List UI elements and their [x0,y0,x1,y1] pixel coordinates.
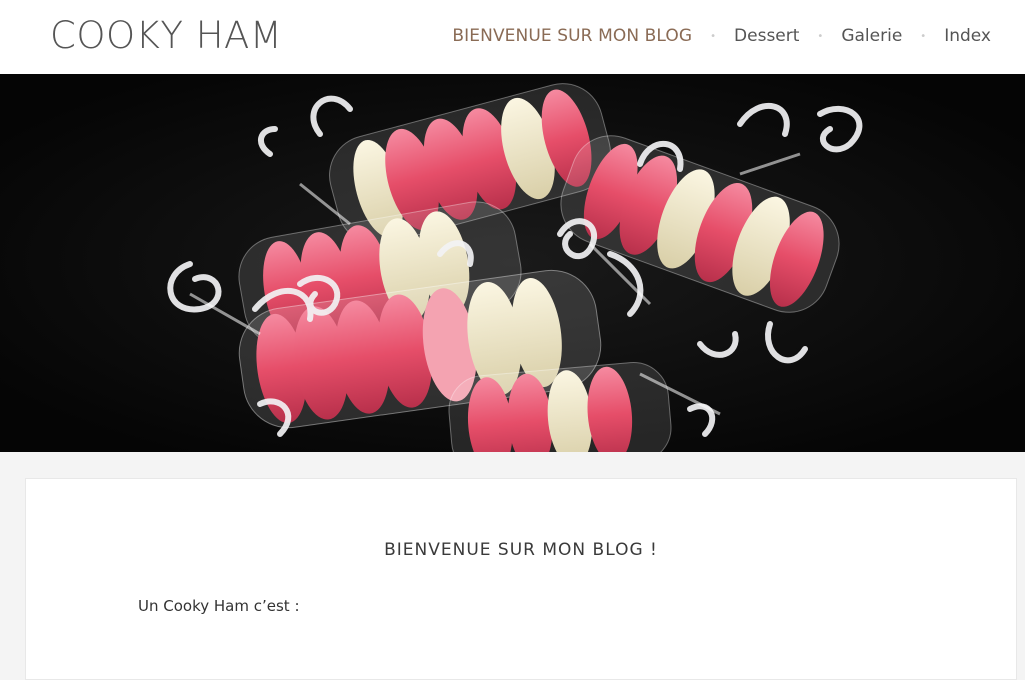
nav-item-index[interactable]: Index [944,26,991,46]
nav-item-galerie[interactable]: Galerie [841,26,902,46]
macaron-illustration [0,74,1025,452]
main-nav: BIENVENUE SUR MON BLOG • Dessert • Galer… [452,26,991,46]
hero-image [0,74,1025,452]
nav-item-dessert[interactable]: Dessert [734,26,799,46]
site-header: COOKY HAM BIENVENUE SUR MON BLOG • Desse… [0,0,1025,74]
nav-item-bienvenue[interactable]: BIENVENUE SUR MON BLOG [452,26,692,46]
post-intro-text: Un Cooky Ham c’est : [138,597,300,615]
post-card: BIENVENUE SUR MON BLOG ! Un Cooky Ham c’… [25,478,1017,680]
post-title: BIENVENUE SUR MON BLOG ! [384,540,658,560]
nav-separator: • [817,30,824,42]
site-title-link[interactable]: COOKY HAM [50,14,282,57]
nav-separator: • [920,30,927,42]
nav-separator: • [710,30,717,42]
